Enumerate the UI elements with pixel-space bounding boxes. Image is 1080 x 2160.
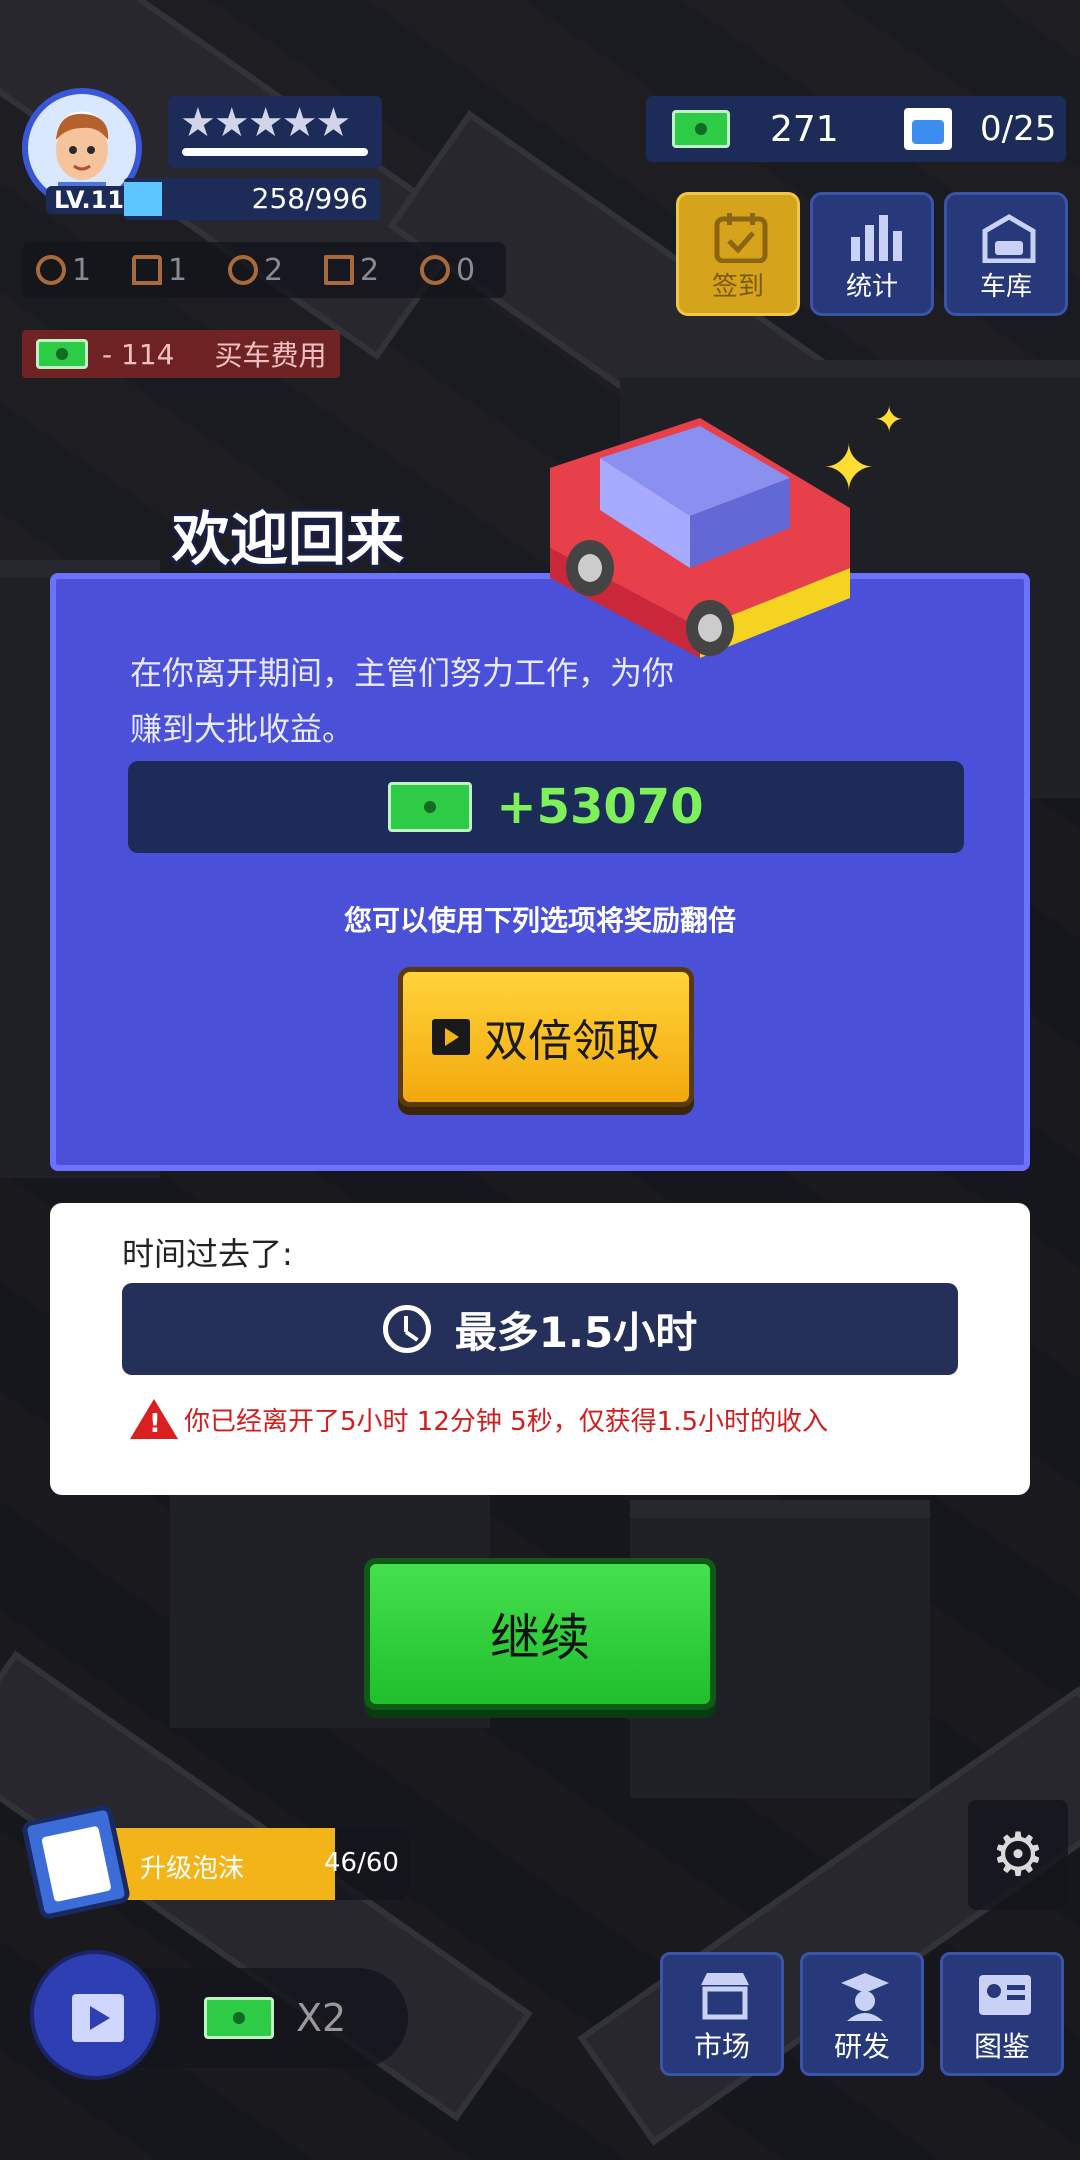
tire-icon — [36, 255, 66, 285]
calendar-check-icon — [714, 213, 768, 263]
blueprint-icon — [324, 255, 354, 285]
cone-icon — [132, 255, 162, 285]
player-level: LV.11 — [46, 186, 132, 214]
garage-icon — [982, 214, 1036, 263]
speedometer-chip: 2 — [228, 253, 312, 288]
statistics-button[interactable]: 统计 — [810, 192, 934, 316]
watch-ad-button[interactable] — [30, 1950, 160, 2080]
time-elapsed-label: 时间过去了: — [122, 1235, 293, 1273]
money-value: 271 — [770, 108, 839, 150]
location-pin-icon — [420, 255, 450, 285]
market-icon — [701, 1973, 749, 2020]
resource-chips: 1 1 2 2 0 — [22, 242, 506, 298]
video-ad-icon — [432, 1019, 470, 1055]
star-rating: ★★★★★ — [168, 96, 382, 168]
double-reward-hint: 您可以使用下列选项将奖励翻倍 — [343, 904, 736, 937]
settings-button[interactable]: ⚙ — [968, 1800, 1068, 1910]
research-icon — [841, 1973, 889, 2021]
upgrade-progress[interactable]: 升级泡沫 46/60 — [20, 1803, 410, 1921]
sparkle-icon: ✦ — [822, 432, 876, 506]
garage-capacity: 0/25 — [980, 109, 1057, 149]
multiplier-value: X2 — [296, 1996, 347, 2040]
video-play-icon — [72, 1994, 124, 2042]
time-elapsed-display: 最多1.5小时 — [122, 1283, 958, 1375]
xp-text: 258/996 — [251, 182, 368, 215]
continue-button[interactable]: 继续 — [364, 1558, 716, 1710]
earnings-value: +53070 — [496, 779, 704, 835]
id-card-icon — [979, 1975, 1031, 2015]
warning-text: 你已经离开了5小时 12分钟 5秒，仅获得1.5小时的收入 — [184, 1406, 829, 1437]
dialog-title: 欢迎回来 — [172, 505, 405, 573]
research-button[interactable]: 研发 — [800, 1952, 924, 2076]
cash-icon — [672, 110, 730, 148]
bar-chart-icon — [851, 215, 902, 261]
stars-icon: ★★★★★ — [180, 100, 351, 146]
xp-bar: 258/996 — [124, 178, 380, 220]
garage-capacity-icon — [904, 108, 952, 150]
gear-icon: ⚙ — [991, 1820, 1045, 1890]
time-elapsed-value: 最多1.5小时 — [454, 1307, 698, 1357]
currency-bar: 271 0/25 — [646, 96, 1066, 162]
collection-button[interactable]: 图鉴 — [940, 1952, 1064, 2076]
ad-multiplier-bar[interactable]: X2 — [120, 1968, 408, 2068]
cost-label: 买车费用 — [214, 339, 327, 372]
star-progress — [182, 148, 368, 156]
tire-chip: 1 — [36, 253, 120, 288]
sign-in-button[interactable]: 签到 — [676, 192, 800, 316]
cash-icon — [36, 339, 88, 369]
clipboard-icon — [20, 1803, 132, 1921]
double-claim-button[interactable]: 双倍领取 — [398, 967, 694, 1107]
xp-fill — [124, 182, 163, 216]
cost-value: - 114 — [102, 337, 175, 371]
clock-icon — [382, 1305, 431, 1353]
location-chip: 0 — [420, 253, 504, 288]
upgrade-count: 46/60 — [324, 1848, 399, 1878]
time-elapsed-panel: 时间过去了: 最多1.5小时 ! 你已经离开了5小时 12分钟 5秒，仅获得1.… — [50, 1203, 1030, 1495]
garage-button[interactable]: 车库 — [944, 192, 1068, 316]
cash-icon — [388, 782, 473, 832]
speedometer-icon — [228, 255, 258, 285]
warning-icon: ! — [130, 1399, 178, 1439]
blueprint-chip: 2 — [324, 253, 408, 288]
upgrade-label: 升级泡沫 — [140, 1854, 245, 1884]
car-purchase-cost: - 114 买车费用 — [22, 330, 340, 378]
cash-icon — [204, 1997, 274, 2039]
cone-chip: 1 — [132, 253, 216, 288]
sparkle-icon: ✦ — [874, 400, 905, 441]
offline-warning: ! 你已经离开了5小时 12分钟 5秒，仅获得1.5小时的收入 — [130, 1399, 828, 1439]
earnings-display: +53070 — [128, 761, 964, 853]
market-button[interactable]: 市场 — [660, 1952, 784, 2076]
